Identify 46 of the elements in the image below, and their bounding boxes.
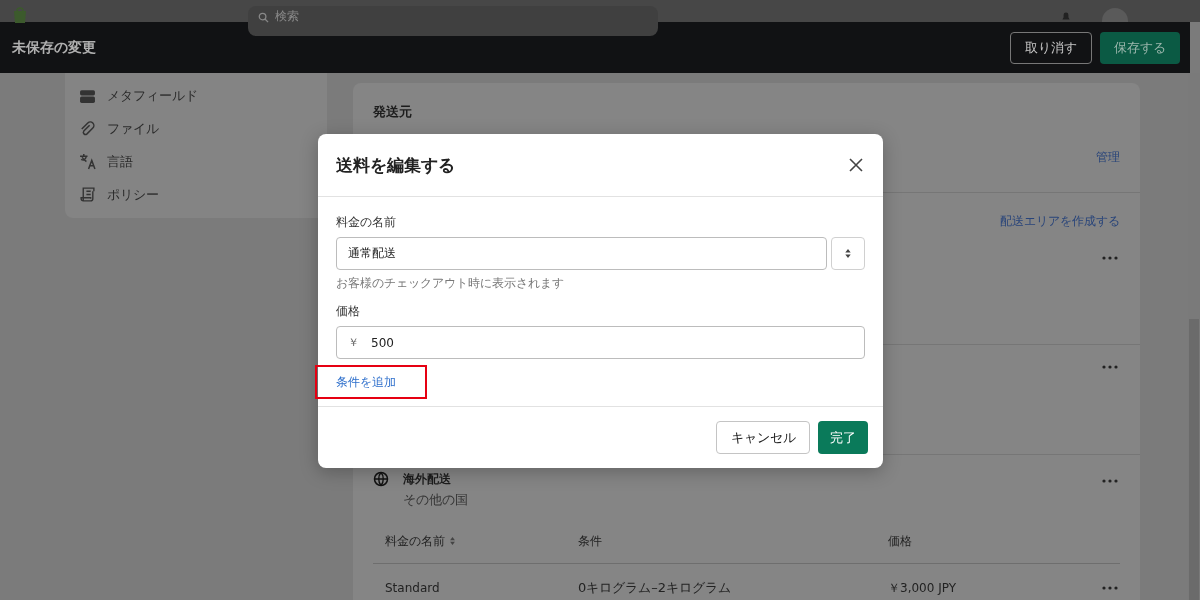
menu-item[interactable]: メタフィールド [107,87,198,106]
add-condition-link[interactable]: 条件を追加 [336,373,396,391]
close-icon[interactable] [848,157,864,173]
manage-link[interactable]: 管理 [1096,149,1120,166]
unsaved-changes-title: 未保存の変更 [12,38,96,57]
dialog-title: 送料を編集する [336,153,455,177]
table-cell: Standard [385,581,440,595]
currency-prefix: ￥ [348,335,359,350]
search-field[interactable]: 検索 [275,9,475,23]
price-field[interactable]: ￥ 500 [336,326,865,359]
select-button[interactable] [831,237,865,270]
create-zone-link[interactable]: 配送エリアを作成する [1000,213,1120,230]
sort-icon[interactable] [450,537,455,545]
price-input[interactable]: 500 [371,335,853,350]
save-bar-button[interactable]: 取り消す [1010,31,1092,64]
translate-icon [79,153,96,171]
more-icon[interactable] [1102,479,1118,483]
bell-icon[interactable] [1060,10,1072,22]
search-icon [258,12,269,23]
save-bar-button[interactable]: 保存する [1100,31,1180,64]
more-icon[interactable] [1102,586,1118,590]
bag-logo-icon [12,6,28,24]
zone-name: 海外配送 [403,471,452,488]
menu-item[interactable]: 言語 [107,152,133,171]
metafield-icon [79,87,96,105]
zone-subtitle: その他の国 [403,491,468,509]
rate-name-field[interactable]: 通常配送 [336,237,827,270]
table-cell: ￥3,000 JPY [888,579,956,597]
more-icon[interactable] [1102,365,1118,369]
column-header: 料金の名前 [385,532,445,550]
scroll-document-icon [79,186,96,204]
table-cell: 0キログラム–2キログラム [578,579,732,597]
dialog-button[interactable]: キャンセル [716,421,810,454]
dialog-button[interactable]: 完了 [818,421,868,454]
section-title: 発送元 [373,103,413,121]
field-label: 料金の名前 [336,214,397,231]
up-down-caret-icon [845,249,851,258]
paperclip-icon [79,120,96,138]
menu-item[interactable]: ファイル [107,120,159,139]
column-header: 条件 [578,532,602,550]
more-icon[interactable] [1102,256,1118,260]
help-text: お客様のチェックアウト時に表示されます [336,275,565,292]
field-label: 価格 [336,303,361,320]
column-header: 価格 [888,532,912,550]
menu-item[interactable]: ポリシー [107,185,159,204]
globe-icon [373,471,389,487]
